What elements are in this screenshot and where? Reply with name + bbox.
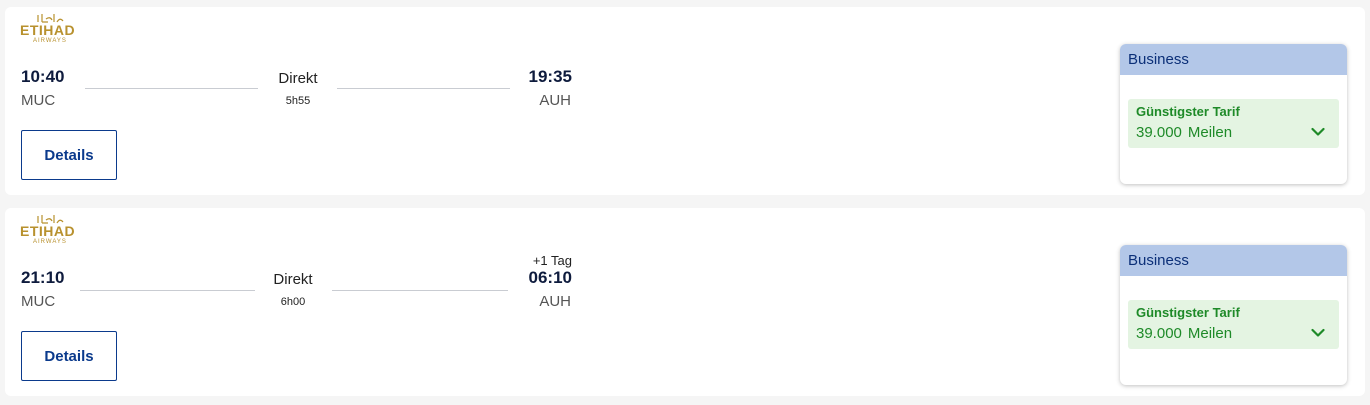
fare-price: 39.000 Meilen: [1136, 325, 1238, 342]
duration-label: 6h00: [280, 296, 306, 308]
route-line-left: [80, 290, 255, 291]
fare-cabin-header: Business: [1120, 245, 1347, 276]
fare-offer-cheapest[interactable]: Günstigster Tarif 39.000 Meilen: [1128, 300, 1339, 349]
fare-offer-cheapest[interactable]: Günstigster Tarif 39.000 Meilen: [1128, 99, 1339, 148]
stops-label: Direkt: [273, 271, 313, 288]
airline-logo-subtext: AIRWAYS: [33, 239, 67, 245]
fare-amount: 39.000: [1136, 325, 1182, 342]
route-line-left: [85, 88, 258, 89]
details-button[interactable]: Details: [21, 130, 117, 180]
duration-label: 5h55: [285, 95, 311, 107]
airline-logo-text: ETIHAD: [20, 22, 76, 38]
departure-time: 10:40: [21, 67, 65, 86]
arrival-day-offset: +1 Tag: [532, 253, 572, 268]
airline-logo: ETIHAD AIRWAYS: [20, 214, 82, 248]
departure-airport: MUC: [21, 293, 56, 310]
arrival-time: 06:10: [528, 268, 572, 287]
airline-logo-subtext: AIRWAYS: [33, 38, 67, 44]
departure-time: 21:10: [21, 268, 65, 287]
arrival-time: 19:35: [528, 67, 572, 86]
flight-card: ETIHAD AIRWAYS 21:10 MUC Direkt 6h00 +1 …: [5, 208, 1365, 396]
fare-unit: Meilen: [1187, 325, 1233, 342]
arrival-airport: AUH: [539, 92, 571, 109]
fare-price: 39.000 Meilen: [1136, 124, 1238, 141]
departure-airport: MUC: [21, 92, 56, 109]
stops-label: Direkt: [278, 70, 318, 87]
fare-box: Business Günstigster Tarif 39.000 Meilen: [1120, 245, 1347, 385]
fare-box: Business Günstigster Tarif 39.000 Meilen: [1120, 44, 1347, 184]
fare-tag: Günstigster Tarif: [1136, 305, 1240, 320]
route-line-right: [337, 88, 510, 89]
fare-cabin-header: Business: [1120, 44, 1347, 75]
chevron-down-icon[interactable]: [1311, 127, 1325, 137]
route-line-right: [332, 290, 508, 291]
fare-amount: 39.000: [1136, 124, 1182, 141]
chevron-down-icon[interactable]: [1311, 328, 1325, 338]
flight-card: ETIHAD AIRWAYS 10:40 MUC Direkt 5h55 19:…: [5, 7, 1365, 195]
airline-logo: ETIHAD AIRWAYS: [20, 13, 82, 47]
details-button[interactable]: Details: [21, 331, 117, 381]
arrival-airport: AUH: [539, 293, 571, 310]
fare-unit: Meilen: [1187, 124, 1233, 141]
fare-tag: Günstigster Tarif: [1136, 104, 1240, 119]
airline-logo-text: ETIHAD: [20, 223, 76, 239]
